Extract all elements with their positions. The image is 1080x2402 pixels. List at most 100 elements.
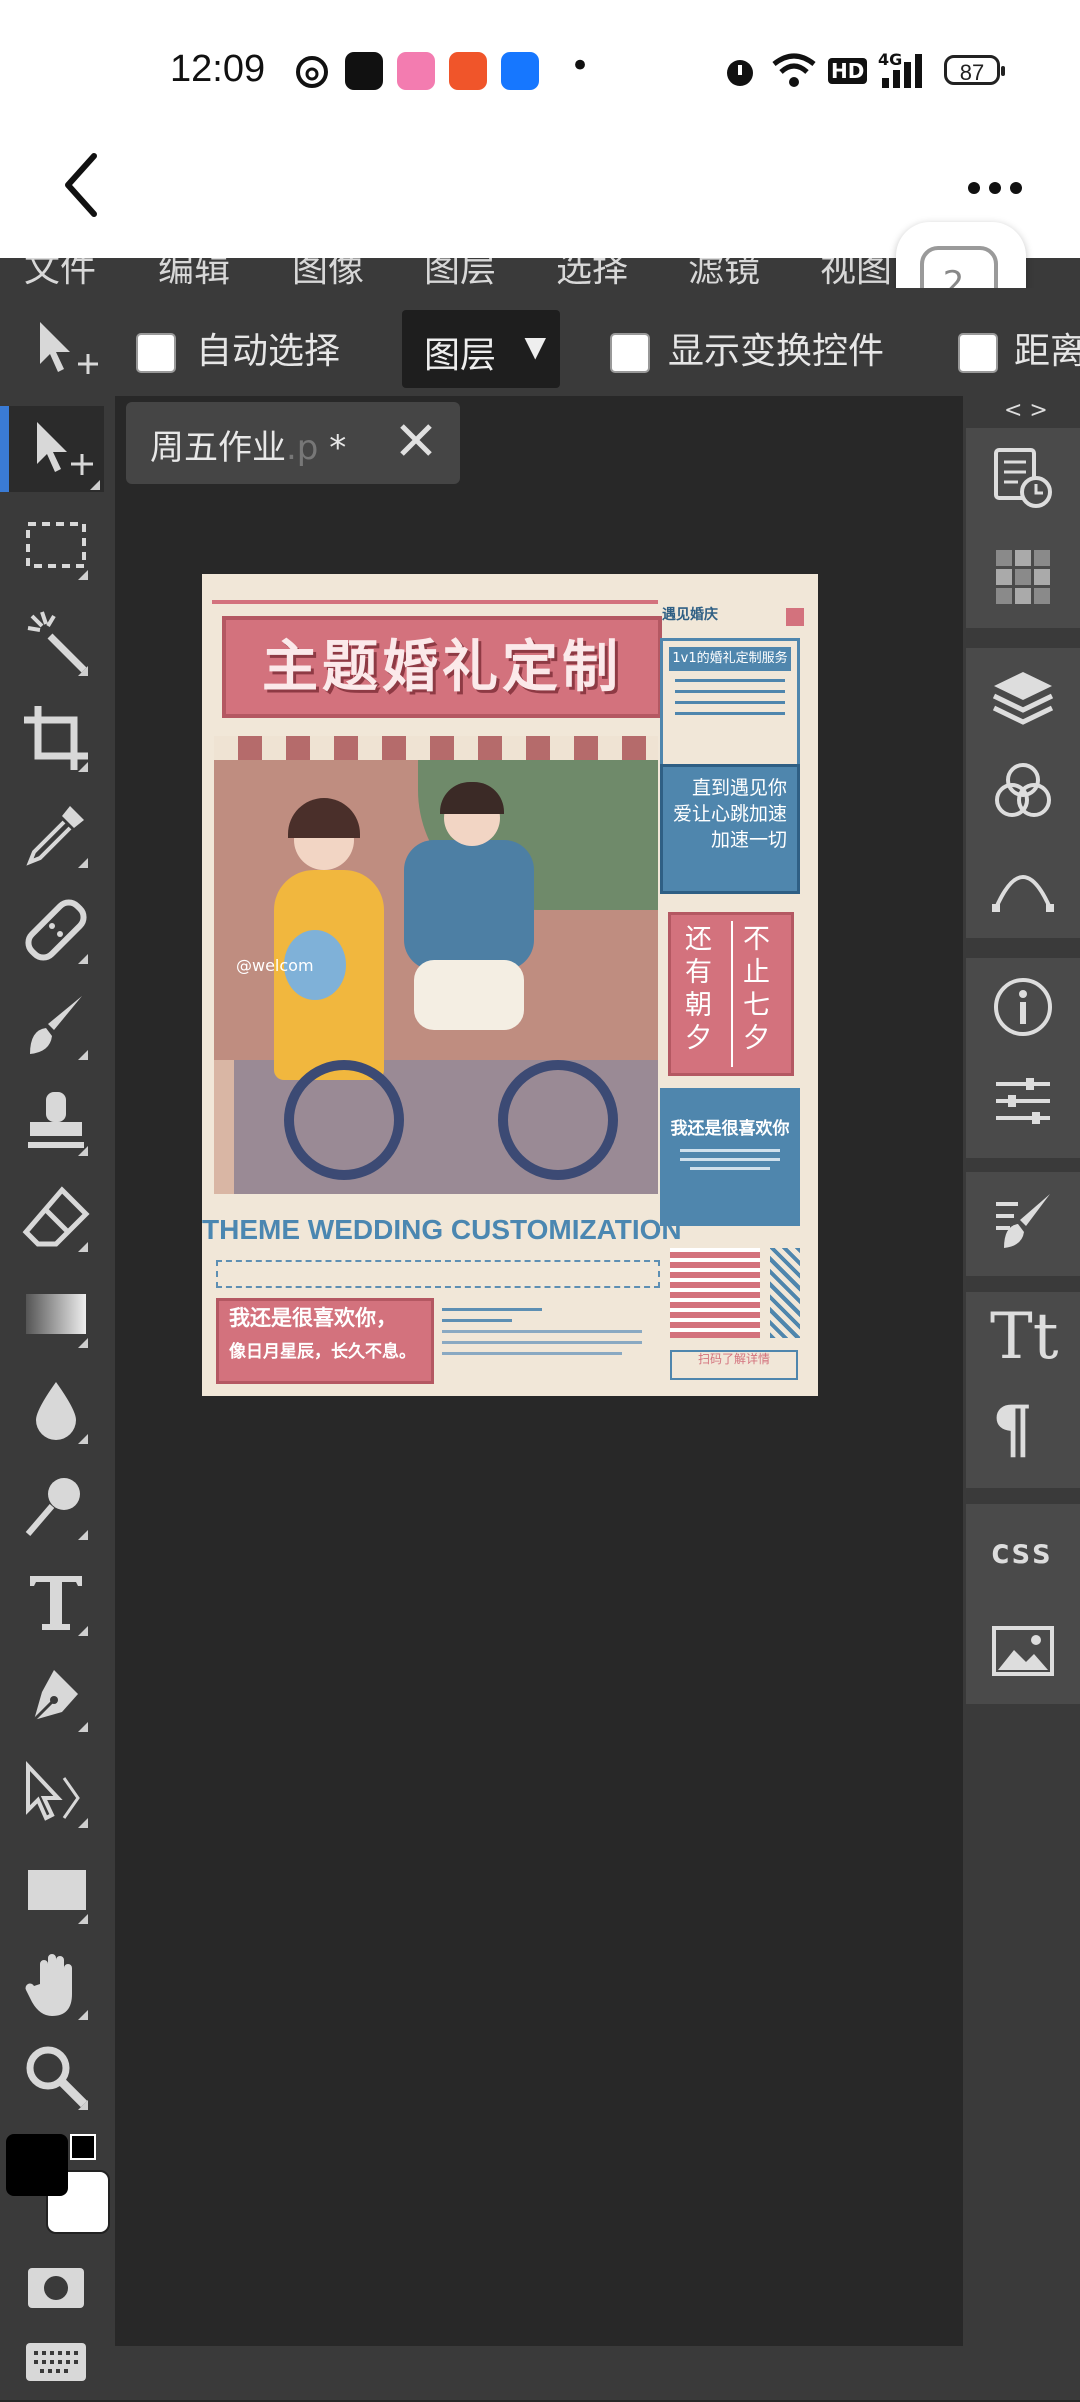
notification-dot: • bbox=[570, 46, 591, 86]
foreground-color-swatch[interactable] bbox=[6, 2134, 68, 2196]
move-tool-icon[interactable] bbox=[34, 318, 100, 384]
image-panel-icon[interactable] bbox=[990, 1618, 1056, 1684]
wifi-icon bbox=[772, 53, 816, 87]
poster-english-title: THEME WEDDING CUSTOMIZATION bbox=[202, 1214, 682, 1245]
menu-edit[interactable]: 编辑 bbox=[158, 258, 230, 288]
love-line-3: 加速一切 bbox=[710, 829, 787, 851]
move-tool[interactable] bbox=[0, 406, 104, 492]
distance-label: 距离 bbox=[1014, 331, 1080, 372]
paths-icon[interactable] bbox=[990, 852, 1056, 918]
poster-love-box: 直到遇见你 爱让心跳加速 加速一切 bbox=[660, 764, 800, 894]
chevron-left-icon[interactable] bbox=[58, 150, 108, 220]
status-strip bbox=[115, 2346, 963, 2400]
menu-image[interactable]: 图像 bbox=[292, 258, 364, 288]
menu-layer[interactable]: 图层 bbox=[424, 258, 496, 288]
document-tab[interactable]: 周五作业.p * bbox=[126, 402, 460, 484]
taobao-icon bbox=[449, 52, 487, 90]
status-bar: 12:09 • HD 4G 87 bbox=[0, 0, 1080, 140]
watermark-text: @welcom bbox=[236, 956, 314, 975]
scan-label-box: 扫码了解详情 bbox=[670, 1350, 798, 1380]
distance-checkbox[interactable] bbox=[958, 333, 998, 373]
dodge-tool[interactable] bbox=[20, 1470, 92, 1542]
hand-tool[interactable] bbox=[20, 1950, 92, 2022]
couple-bicycle-illustration: @welcom bbox=[214, 760, 658, 1194]
swatches-icon[interactable] bbox=[990, 544, 1056, 610]
menu-view[interactable]: 视图 bbox=[820, 258, 892, 288]
css-panel-icon[interactable]: css bbox=[990, 1532, 1051, 1572]
vertical-text-right: 不止七夕 bbox=[743, 924, 770, 1054]
alarm-icon bbox=[727, 60, 753, 86]
magic-wand-tool[interactable] bbox=[20, 606, 92, 678]
hatch-pattern bbox=[770, 1248, 800, 1338]
awning-stripes bbox=[214, 736, 658, 760]
poster-vertical-box: 还有朝夕 不止七夕 bbox=[668, 912, 794, 1076]
qr-code bbox=[670, 1248, 760, 1338]
channels-icon[interactable] bbox=[990, 758, 1056, 824]
vertical-text-left: 还有朝夕 bbox=[685, 924, 712, 1054]
menu-file[interactable]: 文件 bbox=[24, 258, 96, 288]
poster-artwork[interactable]: 主题婚礼定制 @welcom THEME WEDDING CUSTOMIZATI… bbox=[202, 574, 818, 1396]
pen-tool[interactable] bbox=[20, 1662, 92, 1734]
shape-tool[interactable] bbox=[20, 1854, 92, 1926]
status-time: 12:09 bbox=[170, 48, 266, 90]
default-colors-icon[interactable] bbox=[70, 2134, 96, 2160]
type-tool[interactable] bbox=[20, 1566, 92, 1638]
gradient-tool[interactable] bbox=[20, 1278, 92, 1350]
quote-line-1: 我还是很喜欢你， bbox=[229, 1306, 397, 1330]
poster-blue-text-box: 我还是很喜欢你 bbox=[660, 1088, 800, 1226]
eyedropper-tool[interactable] bbox=[20, 798, 92, 870]
stamp-tool[interactable] bbox=[20, 1086, 92, 1158]
keyboard-icon bbox=[26, 2343, 86, 2381]
show-transform-checkbox[interactable] bbox=[610, 333, 650, 373]
poster-service-box: 1v1的婚礼定制服务 bbox=[660, 638, 800, 778]
blur-tool[interactable] bbox=[20, 1374, 92, 1446]
chevron-down-icon: ▼ bbox=[524, 330, 546, 363]
quote-line-2: 像日月星辰，长久不息。 bbox=[229, 1342, 416, 1362]
paragraph-panel-icon[interactable]: ¶ bbox=[992, 1392, 1033, 1467]
auto-select-label: 自动选择 bbox=[196, 331, 341, 372]
signal-icon bbox=[882, 54, 922, 88]
adjustments-icon[interactable] bbox=[990, 1068, 1056, 1134]
netease-music-icon bbox=[296, 56, 328, 88]
panel-collapse-arrows[interactable]: < > bbox=[1004, 398, 1048, 423]
menu-filter[interactable]: 滤镜 bbox=[688, 258, 760, 288]
poster-quote-box: 我还是很喜欢你， 像日月星辰，长久不息。 bbox=[216, 1298, 434, 1384]
path-selection-tool[interactable] bbox=[20, 1758, 92, 1830]
quick-mask-icon bbox=[28, 2268, 84, 2308]
alipay-icon bbox=[501, 52, 539, 90]
document-tab-title: 周五作业.p * bbox=[150, 428, 347, 468]
move-icon bbox=[37, 422, 93, 475]
auto-select-checkbox[interactable] bbox=[136, 333, 176, 373]
poster-title: 主题婚礼定制 bbox=[262, 634, 622, 700]
bilibili-icon bbox=[397, 52, 435, 90]
layer-dropdown[interactable]: 图层 ▼ bbox=[402, 310, 560, 388]
hd-badge: HD bbox=[828, 58, 868, 84]
more-horizontal-icon[interactable] bbox=[966, 168, 1024, 208]
menu-select[interactable]: 选择 bbox=[556, 258, 628, 288]
marquee-tool[interactable] bbox=[20, 510, 92, 582]
blue-box-title: 我还是很喜欢你 bbox=[670, 1119, 790, 1139]
layers-icon[interactable] bbox=[990, 664, 1056, 730]
service-box-title: 1v1的婚礼定制服务 bbox=[669, 647, 791, 671]
poster-body-text bbox=[442, 1298, 662, 1378]
crop-tool[interactable] bbox=[20, 702, 92, 774]
quick-mask-button[interactable] bbox=[20, 2252, 92, 2324]
brush-tool[interactable] bbox=[20, 990, 92, 1062]
zoom-tool[interactable] bbox=[20, 2040, 92, 2112]
love-line-1: 直到遇见你 bbox=[691, 777, 787, 799]
poster-dashed-strip bbox=[216, 1260, 660, 1288]
show-transform-label: 显示变换控件 bbox=[668, 331, 885, 372]
eraser-tool[interactable] bbox=[20, 1182, 92, 1254]
brush-settings-icon[interactable] bbox=[990, 1188, 1056, 1254]
love-line-2: 爱让心跳加速 bbox=[672, 803, 787, 825]
color-swatches[interactable] bbox=[6, 2134, 110, 2238]
character-panel-icon[interactable]: Tt bbox=[990, 1300, 1058, 1374]
close-icon[interactable] bbox=[396, 420, 436, 460]
keyboard-button[interactable] bbox=[20, 2326, 92, 2381]
poster-side-header: 遇见婚庆 bbox=[662, 607, 718, 623]
poster-top-rule bbox=[212, 600, 658, 604]
history-icon[interactable] bbox=[990, 446, 1056, 512]
battery-indicator: 87 bbox=[944, 55, 1005, 85]
info-icon[interactable] bbox=[990, 974, 1056, 1040]
healing-brush-tool[interactable] bbox=[20, 894, 92, 966]
